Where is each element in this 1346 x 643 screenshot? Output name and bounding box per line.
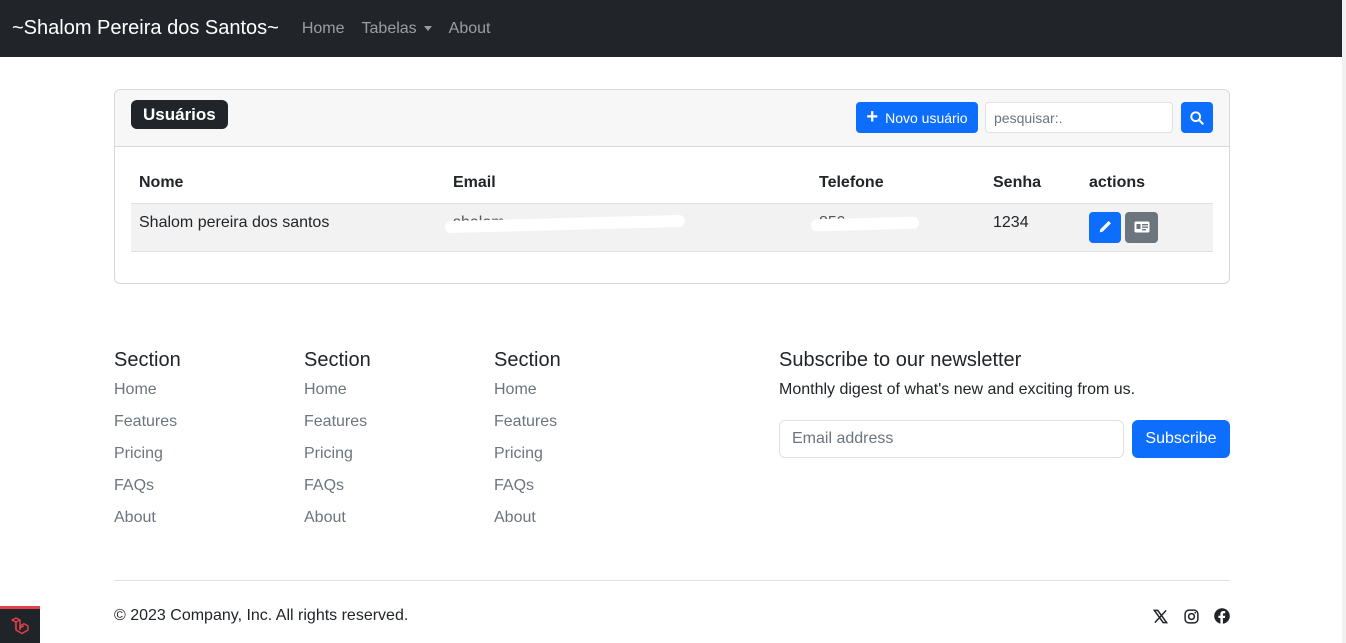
newsletter-email-input[interactable] <box>779 420 1124 458</box>
details-button[interactable] <box>1125 211 1158 243</box>
footer-section-title: Section <box>304 349 371 371</box>
footer-link-pricing[interactable]: Pricing <box>304 443 371 475</box>
nav-link-about[interactable]: About <box>449 20 491 38</box>
new-user-label: Novo usuário <box>885 109 968 126</box>
footer-link-home[interactable]: Home <box>304 379 371 411</box>
users-card: Usuários + Novo usuário Nome Email Telef… <box>114 89 1230 284</box>
nav-link-home[interactable]: Home <box>302 20 345 38</box>
cell-telefone: 859... <box>810 203 985 252</box>
facebook-icon[interactable] <box>1213 607 1231 625</box>
col-header-email: Email <box>445 164 811 204</box>
users-table: Nome Email Telefone Senha actions Shalom… <box>131 164 1213 252</box>
newsletter-title: Subscribe to our newsletter <box>779 349 1022 371</box>
x-icon[interactable] <box>1151 607 1169 625</box>
pencil-icon <box>1099 221 1111 233</box>
redaction-scribble <box>810 216 920 231</box>
cell-senha: 1234 <box>985 203 1081 252</box>
redacted-phone: 859... <box>810 214 920 232</box>
new-user-button[interactable]: + Novo usuário <box>856 102 978 133</box>
top-navbar: ~Shalom Pereira dos Santos~ Home Tabelas… <box>0 0 1342 57</box>
footer-link-about[interactable]: About <box>114 507 181 539</box>
newsletter-section: Subscribe to our newsletter Monthly dige… <box>779 348 1230 458</box>
footer-link-about[interactable]: About <box>494 507 561 539</box>
search-input[interactable] <box>985 102 1173 133</box>
edit-button[interactable] <box>1089 211 1121 243</box>
instagram-icon[interactable] <box>1182 607 1200 625</box>
footer-link-faqs[interactable]: FAQs <box>114 475 181 507</box>
scrollbar[interactable] <box>1342 0 1346 643</box>
footer-section-3: Section Home Features Pricing FAQs About <box>494 348 561 539</box>
table-header-row: Nome Email Telefone Senha actions <box>131 164 1213 204</box>
col-header-nome: Nome <box>131 164 445 204</box>
footer-link-features[interactable]: Features <box>494 411 561 443</box>
footer-link-features[interactable]: Features <box>114 411 181 443</box>
footer-link-pricing[interactable]: Pricing <box>114 443 181 475</box>
card-title-badge: Usuários <box>131 100 228 129</box>
search-icon <box>1190 110 1204 125</box>
id-card-icon <box>1134 221 1149 233</box>
footer-link-features[interactable]: Features <box>304 411 371 443</box>
col-header-actions: actions <box>1081 164 1213 204</box>
footer-section-2: Section Home Features Pricing FAQs About <box>304 348 371 539</box>
footer-link-home[interactable]: Home <box>494 379 561 411</box>
plus-icon: + <box>866 105 879 128</box>
footer-section-1: Section Home Features Pricing FAQs About <box>114 348 181 539</box>
footer-link-home[interactable]: Home <box>114 379 181 411</box>
subscribe-button[interactable]: Subscribe <box>1132 420 1230 458</box>
footer-link-pricing[interactable]: Pricing <box>494 443 561 475</box>
footer-link-faqs[interactable]: FAQs <box>494 475 561 507</box>
newsletter-description: Monthly digest of what's new and excitin… <box>779 381 1136 398</box>
col-header-telefone: Telefone <box>811 164 985 204</box>
cell-email: shalom... <box>444 203 811 252</box>
table-row: Shalom pereira dos santos shalom... 859.… <box>131 203 1213 252</box>
nav-dropdown-label: Tabelas <box>361 19 417 37</box>
footer-section-title: Section <box>114 349 181 371</box>
cell-actions <box>1081 203 1213 252</box>
search-button[interactable] <box>1181 102 1213 133</box>
cell-nome: Shalom pereira dos santos <box>131 203 445 252</box>
footer-divider <box>114 580 1230 581</box>
redacted-email: shalom... <box>444 214 686 233</box>
footer-section-title: Section <box>494 349 561 371</box>
footer-link-faqs[interactable]: FAQs <box>304 475 371 507</box>
caret-down-icon <box>423 26 432 31</box>
col-header-senha: Senha <box>985 164 1081 204</box>
footer-link-about[interactable]: About <box>304 507 371 539</box>
laravel-debugbar-icon[interactable] <box>0 606 40 643</box>
copyright-text: © 2023 Company, Inc. All rights reserved… <box>114 607 409 624</box>
navbar-brand[interactable]: ~Shalom Pereira dos Santos~ <box>12 17 279 40</box>
card-header: Usuários + Novo usuário <box>115 90 1229 147</box>
row-actions <box>1089 211 1205 243</box>
nav-dropdown-tabelas[interactable]: Tabelas <box>362 20 432 38</box>
